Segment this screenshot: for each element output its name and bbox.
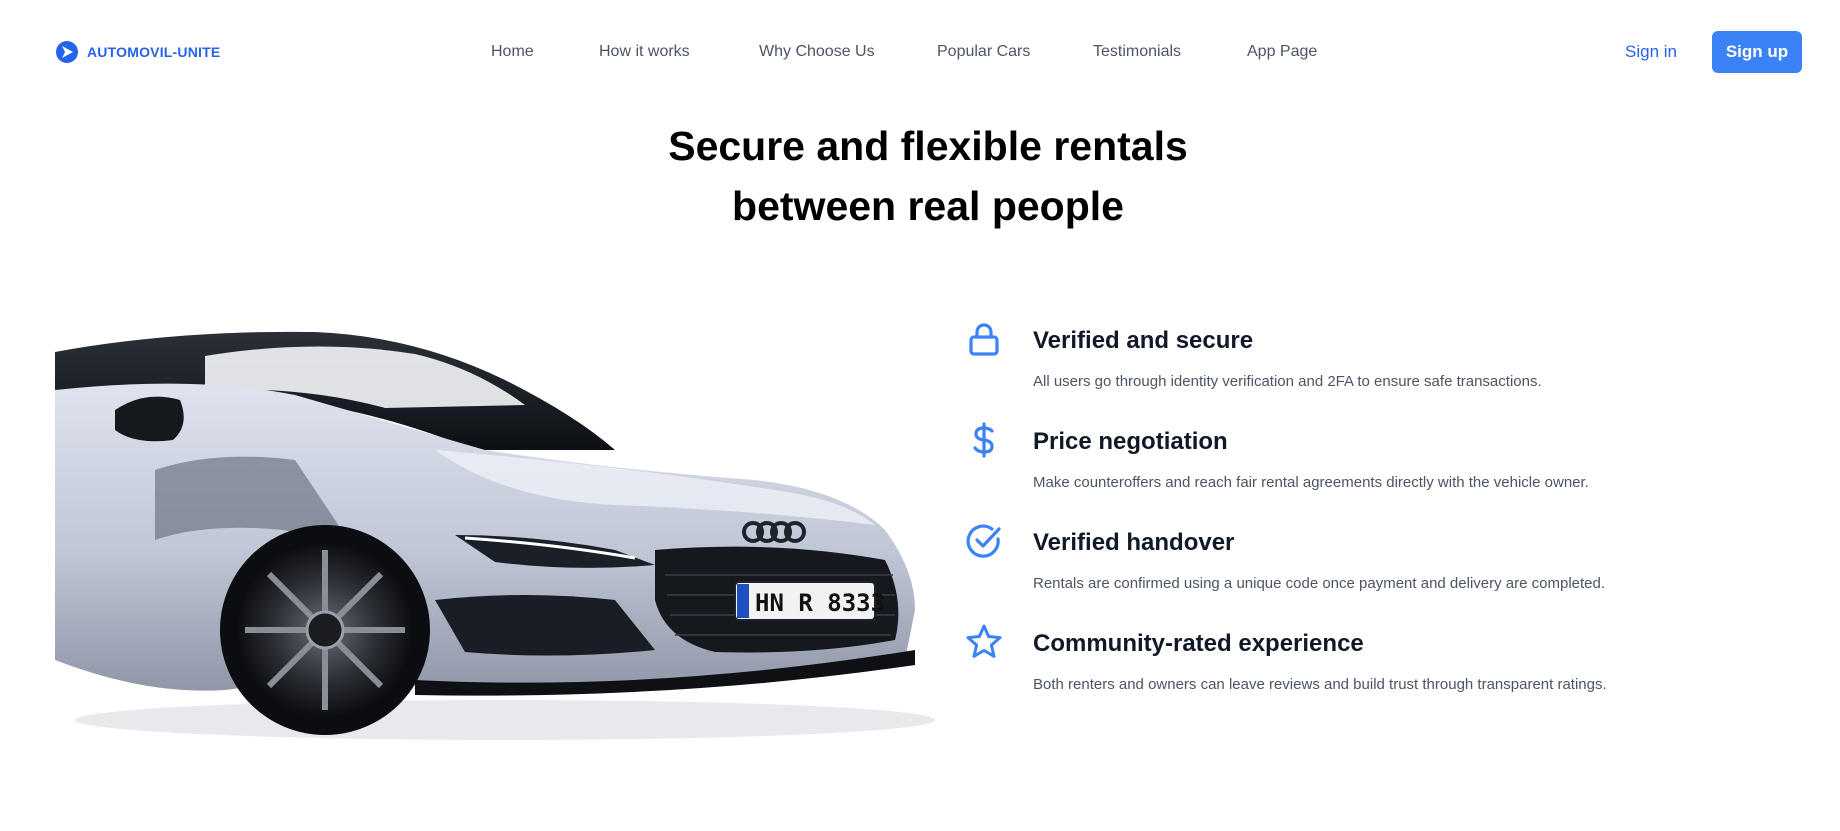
star-icon bbox=[965, 623, 1003, 661]
feature-description: Rentals are confirmed using a unique cod… bbox=[1033, 575, 1606, 592]
feature-title: Price negotiation bbox=[1033, 428, 1228, 455]
feature-description: Make counteroffers and reach fair rental… bbox=[1033, 474, 1589, 491]
nav-item-popular-cars[interactable]: Popular Cars bbox=[937, 40, 1030, 64]
feature-title: Verified handover bbox=[1033, 529, 1235, 556]
dollar-icon bbox=[965, 421, 1003, 459]
site-header: AUTOMOVIL-UNITE Home How it works Why Ch… bbox=[0, 0, 1840, 104]
feature-item-verified-secure: Verified and secure All users go through… bbox=[965, 320, 1785, 410]
feature-item-price-negotiation: Price negotiation Make counteroffers and… bbox=[965, 421, 1785, 511]
hero-title: Secure and flexible rentals between real… bbox=[0, 116, 1840, 236]
nav-item-why-choose-us[interactable]: Why Choose Us bbox=[759, 40, 875, 64]
nav-item-app-page[interactable]: App Page bbox=[1247, 40, 1317, 64]
hero-title-line-1: Secure and flexible rentals bbox=[668, 123, 1188, 169]
feature-description: Both renters and owners can leave review… bbox=[1033, 676, 1607, 693]
lock-icon bbox=[965, 320, 1003, 358]
feature-title: Verified and secure bbox=[1033, 327, 1254, 354]
feature-description: All users go through identity verificati… bbox=[1033, 373, 1542, 390]
check-circle-icon bbox=[965, 522, 1003, 560]
sports-car-illustration: HN R 8333 bbox=[55, 331, 935, 740]
sign-up-button[interactable]: Sign up bbox=[1712, 31, 1802, 73]
nav-item-how-it-works[interactable]: How it works bbox=[599, 40, 690, 64]
license-plate: HN R 8333 bbox=[755, 589, 885, 617]
sign-in-link[interactable]: Sign in bbox=[1625, 40, 1677, 64]
feature-item-verified-handover: Verified handover Rentals are confirmed … bbox=[965, 522, 1785, 612]
main-nav: Home How it works Why Choose Us Popular … bbox=[0, 40, 1840, 64]
feature-title: Community-rated experience bbox=[1033, 630, 1364, 657]
hero-car-image: HN R 8333 bbox=[55, 300, 935, 760]
nav-item-testimonials[interactable]: Testimonials bbox=[1093, 40, 1181, 64]
nav-item-home[interactable]: Home bbox=[491, 40, 534, 64]
hero-title-line-2: between real people bbox=[732, 183, 1124, 229]
feature-item-community-rated: Community-rated experience Both renters … bbox=[965, 623, 1785, 713]
